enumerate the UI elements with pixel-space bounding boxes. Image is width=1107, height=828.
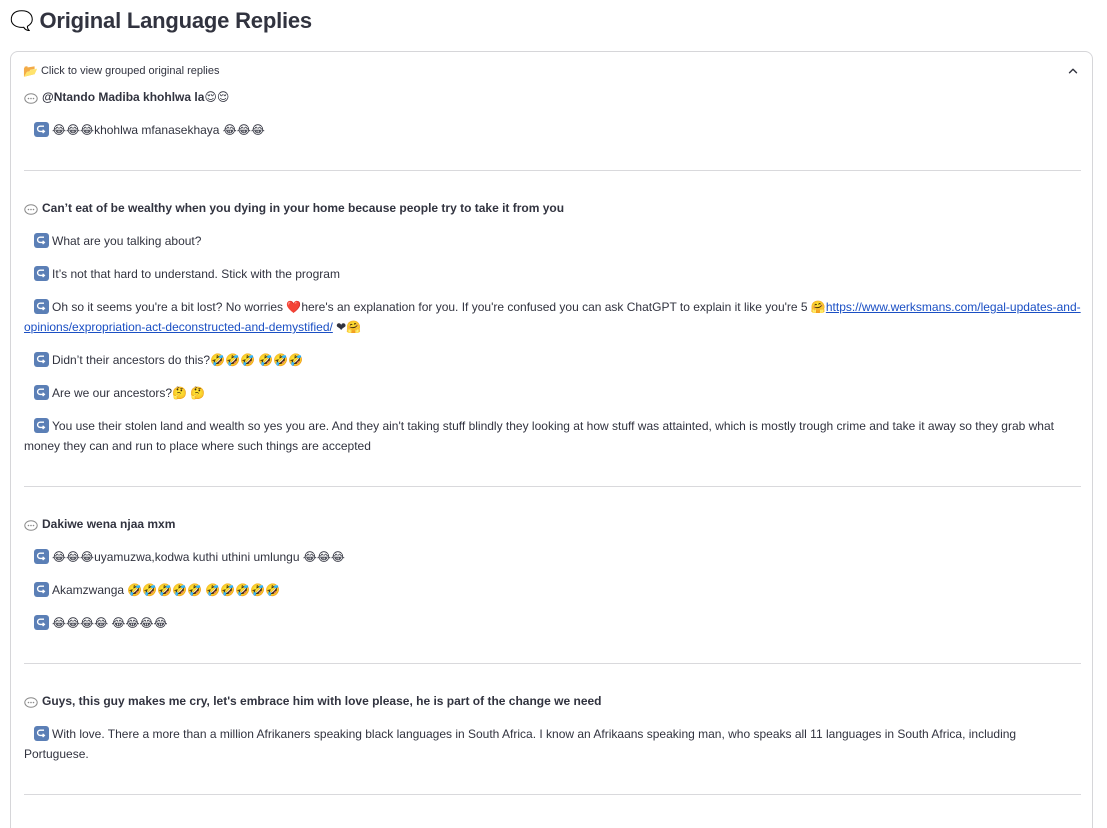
reply-arrow-icon — [34, 299, 49, 314]
comment-group: @Ntando Madiba khohlwa la😌😌 😂😂😂khohlwa m… — [24, 87, 1081, 170]
speech-balloon-icon: 🗨️ — [10, 11, 34, 32]
reply-arrow-icon — [34, 266, 49, 281]
grouped-replies-expander: 📂 Click to view grouped original replies… — [10, 51, 1093, 828]
reply-arrow-icon — [34, 615, 49, 630]
comment-group: Can’t eat of be wealthy when you dying i… — [24, 198, 1081, 486]
page-title: 🗨️ Original Language Replies — [10, 8, 312, 34]
reply-arrow-icon — [34, 582, 49, 597]
reply-text: Oh so it seems you're a bit lost? No wor… — [52, 300, 826, 314]
speech-bubble-icon — [24, 518, 38, 531]
reply-item: 😂😂😂uyamuzwa,kodwa kuthi uthini umlungu 😂… — [24, 547, 1081, 567]
comment-group: Guys, this guy makes me cry, let's embra… — [24, 691, 1081, 794]
reply-text: It’s not that hard to understand. Stick … — [52, 267, 340, 281]
reply-text: 😂😂😂khohlwa mfanasekhaya 😂😂😂 — [52, 123, 265, 137]
group-divider — [24, 486, 1081, 487]
page-title-text: Original Language Replies — [39, 8, 312, 33]
comment-group: Dakiwe wena njaa mxm 😂😂😂uyamuzwa,kodwa k… — [24, 514, 1081, 663]
chevron-up-icon[interactable] — [1066, 64, 1080, 78]
original-comment: Guys, this guy makes me cry, let's embra… — [24, 691, 1081, 711]
reply-text: Akamzwanga 🤣🤣🤣🤣🤣 🤣🤣🤣🤣🤣 — [52, 583, 281, 597]
reply-text: 😂😂😂😂 😂😂😂😂 — [52, 616, 168, 630]
speech-bubble-icon — [24, 91, 38, 104]
original-comment: @Ntando Madiba khohlwa la😌😌 — [24, 87, 1081, 107]
group-divider — [24, 794, 1081, 795]
reply-item: 😂😂😂khohlwa mfanasekhaya 😂😂😂 — [24, 120, 1081, 140]
reply-text: With love. There a more than a million A… — [24, 727, 1017, 761]
reply-item: Akamzwanga 🤣🤣🤣🤣🤣 🤣🤣🤣🤣🤣 — [24, 580, 1081, 600]
reply-item: With love. There a more than a million A… — [24, 724, 1081, 764]
reply-arrow-icon — [34, 549, 49, 564]
reply-item: Didn’t their ancestors do this?🤣🤣🤣 🤣🤣🤣 — [24, 350, 1081, 370]
comment-text: Can’t eat of be wealthy when you dying i… — [42, 201, 565, 215]
group-divider — [24, 663, 1081, 664]
reply-item: It’s not that hard to understand. Stick … — [24, 264, 1081, 284]
original-comment: Can’t eat of be wealthy when you dying i… — [24, 198, 1081, 218]
reply-text: What are you talking about? — [52, 234, 202, 248]
reply-arrow-icon — [34, 726, 49, 741]
speech-bubble-icon — [24, 202, 38, 215]
expander-header[interactable]: 📂 Click to view grouped original replies — [23, 63, 1080, 79]
reply-arrow-icon — [34, 352, 49, 367]
reply-arrow-icon — [34, 233, 49, 248]
page: 🗨️ Original Language Replies 📂 Click to … — [0, 0, 1107, 828]
group-divider — [24, 170, 1081, 171]
reply-text-tail: ❤🤗 — [332, 320, 362, 334]
reply-text: Are we our ancestors?🤔 🤔 — [52, 386, 206, 400]
reply-arrow-icon — [34, 385, 49, 400]
comment-text: @Ntando Madiba khohlwa la😌😌 — [42, 90, 230, 104]
reply-arrow-icon — [34, 418, 49, 433]
expander-label: Click to view grouped original replies — [40, 65, 220, 77]
folder-icon: 📂 — [23, 64, 38, 78]
reply-item: Are we our ancestors?🤔 🤔 — [24, 383, 1081, 403]
reply-item: You use their stolen land and wealth so … — [24, 416, 1081, 456]
comment-text: Dakiwe wena njaa mxm — [42, 517, 176, 531]
reply-text: Didn’t their ancestors do this?🤣🤣🤣 🤣🤣🤣 — [52, 353, 304, 367]
speech-bubble-icon — [24, 695, 38, 708]
reply-item: What are you talking about? — [24, 231, 1081, 251]
reply-item: 😂😂😂😂 😂😂😂😂 — [24, 613, 1081, 633]
original-comment: Dakiwe wena njaa mxm — [24, 514, 1081, 534]
reply-text: You use their stolen land and wealth so … — [24, 419, 1054, 453]
comment-text: Guys, this guy makes me cry, let's embra… — [42, 694, 602, 708]
reply-text: 😂😂😂uyamuzwa,kodwa kuthi uthini umlungu 😂… — [52, 550, 345, 564]
reply-arrow-icon — [34, 122, 49, 137]
reply-item: Oh so it seems you're a bit lost? No wor… — [24, 297, 1081, 337]
replies-content: @Ntando Madiba khohlwa la😌😌 😂😂😂khohlwa m… — [24, 87, 1081, 795]
